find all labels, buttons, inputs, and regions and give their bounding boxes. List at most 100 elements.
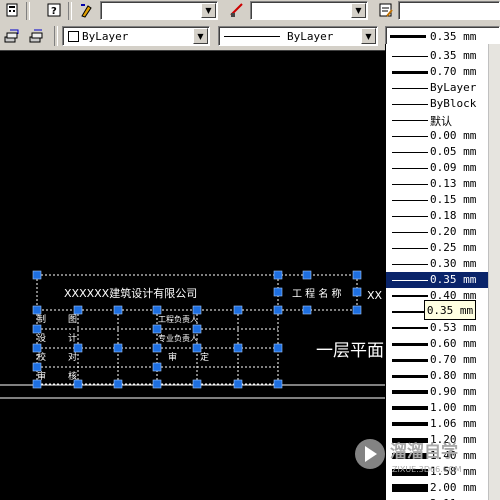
lineweight-option[interactable]: 0.18 mm bbox=[386, 208, 489, 224]
lineweight-option[interactable]: 0.80 mm bbox=[386, 368, 489, 384]
dimension-style-icon[interactable] bbox=[227, 1, 247, 19]
cell-approve-1: 审 bbox=[168, 351, 177, 363]
grip-handle[interactable] bbox=[32, 305, 42, 315]
chevron-down-icon[interactable]: ▼ bbox=[361, 28, 376, 44]
grip-handle[interactable] bbox=[273, 343, 283, 353]
chevron-down-icon[interactable]: ▼ bbox=[201, 3, 216, 18]
grip-handle[interactable] bbox=[273, 287, 283, 297]
text-style-icon[interactable] bbox=[376, 1, 396, 19]
lineweight-sample bbox=[392, 56, 428, 57]
toolbar-separator bbox=[26, 2, 30, 20]
lineweight-option-label: 0.00 mm bbox=[430, 129, 477, 142]
grip-handle[interactable] bbox=[233, 379, 243, 389]
lineweight-option-label: 0.70 mm bbox=[430, 353, 477, 366]
watermark-logo: 溜溜自学 ZIXUE.3D66.COM bbox=[352, 432, 478, 478]
lineweight-option[interactable]: ByLayer bbox=[386, 80, 489, 96]
grip-handle[interactable] bbox=[113, 305, 123, 315]
lineweight-option-label: 1.06 mm bbox=[430, 417, 477, 430]
lineweight-option[interactable]: 2.00 mm bbox=[386, 480, 489, 496]
grip-handle[interactable] bbox=[192, 305, 202, 315]
lineweight-sample bbox=[392, 200, 428, 201]
grip-handle[interactable] bbox=[32, 270, 42, 280]
lineweight-option[interactable]: 1.06 mm bbox=[386, 416, 489, 432]
lineweight-option[interactable]: 0.20 mm bbox=[386, 224, 489, 240]
grip-handle[interactable] bbox=[273, 305, 283, 315]
toolbar-combo-3[interactable] bbox=[398, 1, 500, 20]
lineweight-option[interactable]: 0.05 mm bbox=[386, 144, 489, 160]
lineweight-sample bbox=[392, 120, 428, 121]
lineweight-option[interactable]: 0.53 mm bbox=[386, 320, 489, 336]
grip-handle[interactable] bbox=[192, 379, 202, 389]
linetype-combo[interactable]: ByLayer ▼ bbox=[218, 26, 378, 46]
grip-handle[interactable] bbox=[233, 305, 243, 315]
lineweight-option-label: 2.00 mm bbox=[430, 481, 477, 494]
drawing-canvas[interactable]: XXXXXX建筑设计有限公司 工 程 名 称 XX 制 图 设 计 校 对 审 … bbox=[0, 51, 385, 500]
grip-handle[interactable] bbox=[32, 343, 42, 353]
grip-handle[interactable] bbox=[302, 270, 312, 280]
grip-handle[interactable] bbox=[233, 343, 243, 353]
lineweight-option[interactable]: 0.25 mm bbox=[386, 240, 489, 256]
layer-previous-icon[interactable] bbox=[27, 27, 47, 45]
grip-handle[interactable] bbox=[273, 379, 283, 389]
lineweight-option[interactable]: 1.00 mm bbox=[386, 400, 489, 416]
lineweight-option[interactable]: 默认 bbox=[386, 112, 489, 128]
match-properties-icon[interactable] bbox=[77, 1, 97, 19]
lineweight-option[interactable]: 0.13 mm bbox=[386, 176, 489, 192]
grip-handle[interactable] bbox=[32, 362, 42, 372]
lineweight-option-label: 0.60 mm bbox=[430, 337, 477, 350]
lineweight-option[interactable]: 0.70 mm bbox=[386, 64, 489, 80]
grip-handle[interactable] bbox=[32, 379, 42, 389]
grip-handle[interactable] bbox=[113, 379, 123, 389]
lineweight-option[interactable]: ByBlock bbox=[386, 96, 489, 112]
lineweight-sample bbox=[392, 248, 428, 249]
lineweight-option-label: 默认 bbox=[430, 115, 452, 128]
lineweight-option[interactable]: 0.15 mm bbox=[386, 192, 489, 208]
color-swatch bbox=[68, 31, 79, 42]
chevron-down-icon[interactable]: ▼ bbox=[351, 3, 366, 18]
lineweight-option[interactable]: 0.60 mm bbox=[386, 336, 489, 352]
lineweight-option[interactable]: 0.70 mm bbox=[386, 352, 489, 368]
lineweight-option[interactable]: 0.00 mm bbox=[386, 128, 489, 144]
color-combo[interactable]: ByLayer ▼ bbox=[62, 26, 210, 46]
chevron-down-icon[interactable]: ▼ bbox=[193, 28, 208, 44]
calculator-icon[interactable] bbox=[2, 1, 22, 19]
lineweight-option[interactable]: 0.09 mm bbox=[386, 160, 489, 176]
lineweight-option[interactable]: 0.35 mm bbox=[386, 272, 489, 288]
grip-handle[interactable] bbox=[113, 343, 123, 353]
help-icon[interactable]: ? bbox=[44, 1, 64, 19]
company-name: XXXXXX建筑设计有限公司 bbox=[64, 286, 197, 300]
grip-handle[interactable] bbox=[302, 305, 312, 315]
grip-handle[interactable] bbox=[73, 343, 83, 353]
grip-handle[interactable] bbox=[152, 379, 162, 389]
grip-handle[interactable] bbox=[73, 379, 83, 389]
grip-handle[interactable] bbox=[152, 305, 162, 315]
layer-state-icon[interactable] bbox=[2, 27, 22, 45]
grip-handle[interactable] bbox=[152, 343, 162, 353]
grip-handle[interactable] bbox=[192, 324, 202, 334]
grip-handle[interactable] bbox=[352, 270, 362, 280]
grip-handle[interactable] bbox=[352, 305, 362, 315]
lineweight-option[interactable]: 0.30 mm bbox=[386, 256, 489, 272]
grip-handle[interactable] bbox=[352, 287, 362, 297]
toolbar-combo-1[interactable]: ▼ bbox=[100, 1, 218, 20]
grip-handle[interactable] bbox=[192, 343, 202, 353]
grip-handle[interactable] bbox=[152, 362, 162, 372]
grip-handle[interactable] bbox=[73, 305, 83, 315]
lineweight-option-label: 0.13 mm bbox=[430, 177, 477, 190]
lineweight-option[interactable]: 0.35 mm bbox=[386, 48, 489, 64]
toolbar-separator bbox=[68, 2, 72, 20]
grip-handle[interactable] bbox=[32, 324, 42, 334]
lineweight-option[interactable]: 0.90 mm bbox=[386, 384, 489, 400]
lineweight-combo[interactable]: 0.35 mm bbox=[385, 26, 500, 46]
lineweight-preview bbox=[390, 35, 426, 38]
lineweight-option-label: 0.35 mm bbox=[430, 273, 477, 286]
lineweight-sample bbox=[392, 71, 428, 74]
scrollbar[interactable] bbox=[488, 44, 500, 500]
lineweight-option[interactable]: 2.11 mm bbox=[386, 496, 489, 500]
grip-handle[interactable] bbox=[273, 270, 283, 280]
lineweight-option-label: 0.30 mm bbox=[430, 257, 477, 270]
toolbar-combo-2[interactable]: ▼ bbox=[250, 1, 368, 20]
lineweight-option-label: 0.25 mm bbox=[430, 241, 477, 254]
cell-draw-2: 图 bbox=[68, 314, 77, 325]
grip-handle[interactable] bbox=[152, 324, 162, 334]
